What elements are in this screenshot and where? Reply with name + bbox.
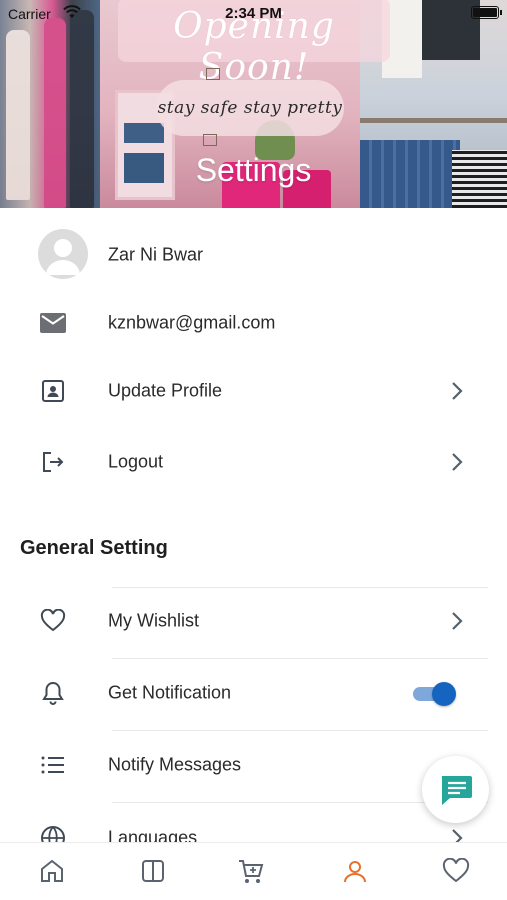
update-profile-label: Update Profile	[108, 380, 223, 401]
logout-row[interactable]: Logout	[0, 432, 507, 492]
chevron-right-icon	[452, 382, 463, 400]
tab-home[interactable]	[37, 857, 67, 885]
cart-icon	[239, 860, 264, 883]
logout-icon	[39, 448, 67, 476]
mail-icon	[39, 309, 67, 337]
heart-icon	[39, 607, 67, 635]
notification-toggle[interactable]	[413, 682, 457, 706]
banner-subtext: stay safe stay pretty	[157, 98, 343, 118]
tab-categories[interactable]	[138, 857, 168, 885]
home-icon	[41, 859, 63, 882]
status-time: 2:34 PM	[225, 5, 282, 22]
tab-cart[interactable]	[236, 857, 266, 885]
notify-messages-label: Notify Messages	[108, 754, 242, 775]
profile-name-row: Zar Ni Bwar	[0, 225, 507, 285]
category-icon	[142, 860, 164, 882]
profile-icon	[344, 861, 366, 883]
profile-email: kznbwar@gmail.com	[108, 312, 276, 333]
wishlist-label: My Wishlist	[108, 610, 199, 631]
section-title-general: General Setting	[20, 537, 168, 559]
bell-icon	[39, 679, 67, 707]
banner-logo-icon	[206, 68, 220, 80]
tab-profile[interactable]	[340, 857, 370, 885]
divider	[112, 658, 488, 659]
update-profile-row[interactable]: Update Profile	[0, 361, 507, 421]
tab-wishlist[interactable]	[441, 857, 471, 885]
chat-icon	[441, 775, 472, 805]
chat-button[interactable]	[422, 756, 489, 823]
banner-logo-icon-2	[203, 134, 217, 146]
wishlist-row[interactable]: My Wishlist	[0, 591, 507, 651]
page-title: Settings	[195, 152, 312, 188]
bottom-tab-bar	[0, 842, 507, 900]
chevron-right-icon	[452, 612, 463, 630]
notification-label: Get Notification	[108, 682, 232, 703]
chevron-right-icon	[452, 453, 463, 471]
divider	[112, 730, 488, 731]
logout-label: Logout	[108, 451, 164, 472]
heart-icon	[442, 858, 470, 883]
list-icon	[39, 751, 67, 779]
header-banner: Opening Soon! stay safe stay pretty Sett…	[0, 0, 507, 208]
profile-email-row: kznbwar@gmail.com	[0, 293, 507, 353]
profile-card-icon	[39, 377, 67, 405]
divider	[112, 587, 488, 588]
profile-name: Zar Ni Bwar	[108, 244, 204, 265]
battery-icon	[471, 6, 502, 19]
